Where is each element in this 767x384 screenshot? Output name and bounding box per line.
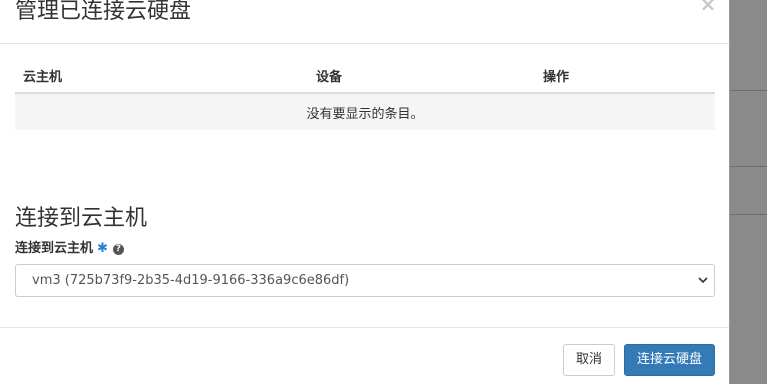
table-header-row: 云主机 设备 操作 [15, 58, 715, 94]
instance-field-label-text: 连接到云主机 [15, 241, 94, 256]
help-icon[interactable]: ? [112, 243, 124, 255]
column-header-instance[interactable]: 云主机 [15, 58, 308, 94]
table-row: 没有要显示的条目。 [15, 93, 715, 130]
chevron-down-icon [696, 265, 710, 296]
dialog-footer: 取消 连接云硬盘 [0, 327, 729, 384]
instance-select[interactable]: vm3 (725b73f9-2b35-4d19-9166-336a9c6e86d… [15, 264, 715, 297]
dialog-title: 管理已连接云硬盘 [15, 0, 192, 24]
manage-attachments-dialog: 管理已连接云硬盘 × 云主机 设备 操作 没有要显示的条目。 连接到云主机 连接… [0, 0, 730, 384]
page: 管理已连接云硬盘 × 云主机 设备 操作 没有要显示的条目。 连接到云主机 连接… [0, 0, 767, 384]
column-header-actions: 操作 [535, 58, 715, 94]
dialog-header: 管理已连接云硬盘 × [0, 0, 729, 44]
attachments-table: 云主机 设备 操作 没有要显示的条目。 [15, 58, 715, 130]
required-icon: ✱ [97, 241, 108, 256]
attach-section-title: 连接到云主机 [15, 206, 148, 231]
cancel-button[interactable]: 取消 [563, 344, 615, 376]
instance-field-label: 连接到云主机 ✱ ? [15, 240, 124, 258]
background-divider [729, 214, 767, 215]
background-divider [729, 90, 767, 91]
background-divider [729, 166, 767, 167]
attach-volume-button[interactable]: 连接云硬盘 [624, 344, 715, 376]
empty-table-message: 没有要显示的条目。 [15, 93, 715, 130]
close-icon[interactable]: × [699, 0, 717, 14]
attachments-table-container: 云主机 设备 操作 没有要显示的条目。 [15, 58, 715, 130]
background-page [729, 0, 767, 384]
column-header-device[interactable]: 设备 [308, 58, 535, 94]
instance-select-value: vm3 (725b73f9-2b35-4d19-9166-336a9c6e86d… [32, 273, 350, 288]
